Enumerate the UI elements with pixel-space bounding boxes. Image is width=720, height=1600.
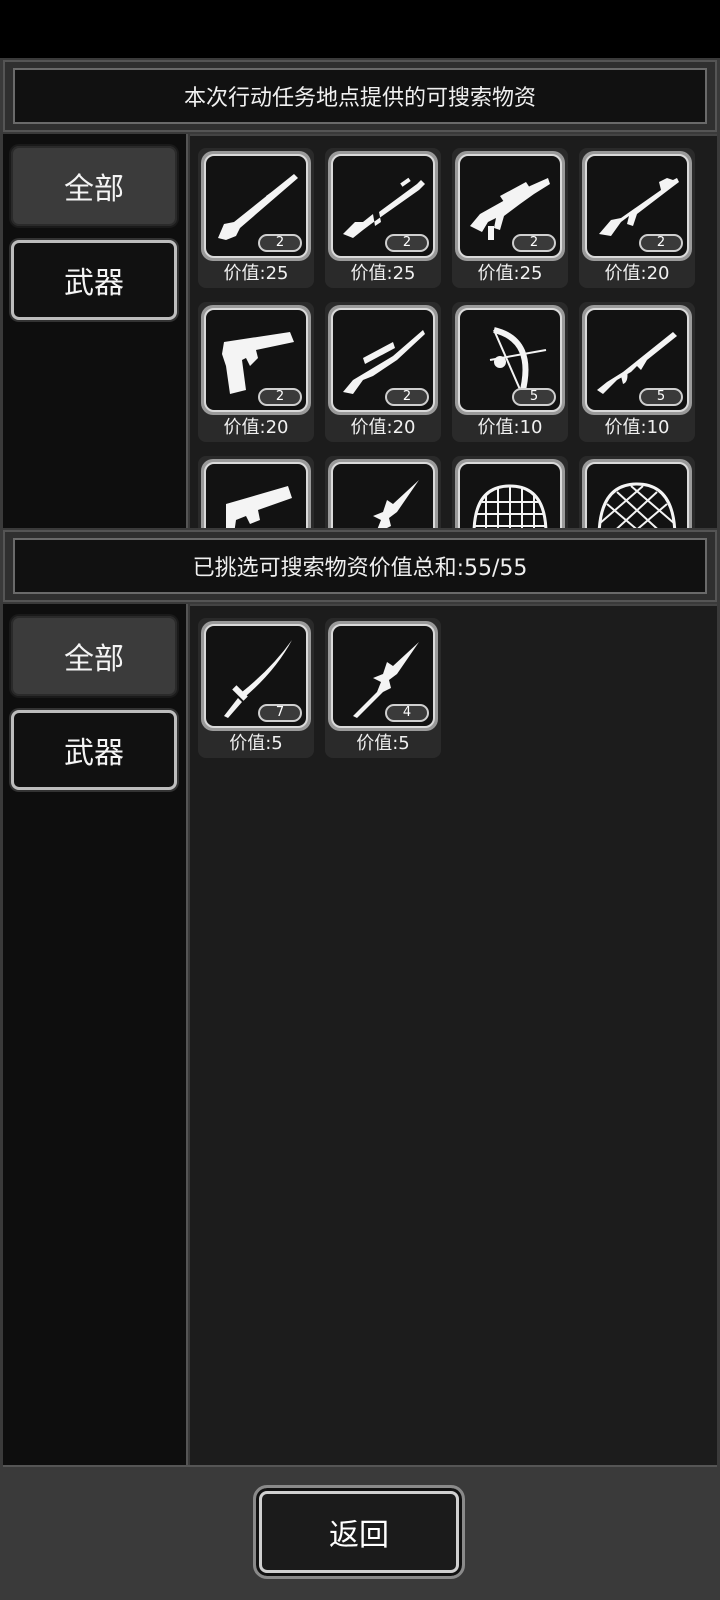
item-value: 价值:20 [604, 263, 670, 284]
spear-icon [373, 480, 419, 528]
helmet-icon [472, 484, 548, 528]
item-count-badge: 4 [385, 704, 429, 722]
item-card[interactable] [198, 456, 314, 528]
footer-bar: 返回 [3, 1465, 717, 1600]
selected-items-grid[interactable]: 7 价值:5 4 价值:5 [190, 604, 717, 1465]
bottom-category-sidebar: 全部 武器 [3, 604, 188, 1465]
item-card[interactable]: 2 价值:25 [452, 148, 568, 288]
tab-all-top[interactable]: 全部 [11, 146, 177, 226]
tab-weapons-top[interactable]: 武器 [11, 240, 177, 320]
item-value: 价值:5 [356, 733, 410, 754]
item-value: 价值:5 [229, 733, 283, 754]
item-value: 价值:20 [350, 417, 416, 438]
item-value: 价值:20 [223, 417, 289, 438]
item-card[interactable]: 2 价值:20 [325, 302, 441, 442]
item-count-badge: 2 [258, 388, 302, 406]
item-count-badge: 2 [385, 234, 429, 252]
status-bar [0, 0, 720, 58]
selected-supplies-title: 已挑选可搜索物资价值总和:55/55 [13, 538, 707, 594]
net-helmet-icon [597, 482, 677, 528]
item-card[interactable] [452, 456, 568, 528]
item-card[interactable]: 7 价值:5 [198, 618, 314, 758]
top-category-sidebar: 全部 武器 [3, 134, 188, 528]
item-value: 价值:25 [223, 263, 289, 284]
item-count-badge: 2 [385, 388, 429, 406]
available-supplies-title: 本次行动任务地点提供的可搜索物资 [13, 68, 707, 124]
item-card[interactable] [325, 456, 441, 528]
back-button[interactable]: 返回 [253, 1485, 465, 1579]
item-card[interactable]: 5 价值:10 [579, 302, 695, 442]
item-card[interactable]: 2 价值:20 [198, 302, 314, 442]
item-card[interactable]: 2 价值:25 [198, 148, 314, 288]
item-card[interactable]: 2 价值:20 [579, 148, 695, 288]
item-value: 价值:25 [477, 263, 543, 284]
selected-supplies-header: 已挑选可搜索物资价值总和:55/55 [3, 530, 717, 602]
item-card[interactable]: 5 价值:10 [452, 302, 568, 442]
item-count-badge: 7 [258, 704, 302, 722]
item-card[interactable] [579, 456, 695, 528]
item-value: 价值:10 [604, 417, 670, 438]
available-supplies-header: 本次行动任务地点提供的可搜索物资 [3, 60, 717, 132]
tab-all-bottom[interactable]: 全部 [11, 616, 177, 696]
item-value: 价值:25 [350, 263, 416, 284]
tab-weapons-bottom[interactable]: 武器 [11, 710, 177, 790]
item-count-badge: 5 [639, 388, 683, 406]
item-card[interactable]: 2 价值:25 [325, 148, 441, 288]
item-card[interactable]: 4 价值:5 [325, 618, 441, 758]
item-count-badge: 5 [512, 388, 556, 406]
item-count-badge: 2 [258, 234, 302, 252]
item-value: 价值:10 [477, 417, 543, 438]
item-count-badge: 2 [639, 234, 683, 252]
handgun-icon [226, 486, 292, 528]
available-items-grid[interactable]: 2 价值:25 2 价值:25 2 价值:25 2 价值:20 2 价值:20 [190, 134, 717, 528]
item-count-badge: 2 [512, 234, 556, 252]
